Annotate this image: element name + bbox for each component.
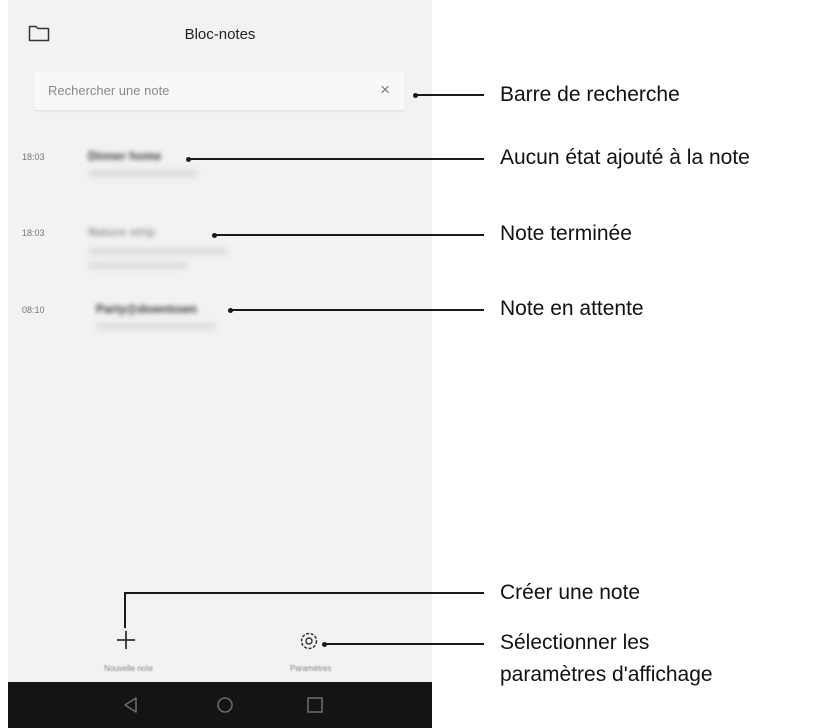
callout-line (124, 592, 126, 628)
callout-display-settings-1: Sélectionner les (500, 631, 650, 654)
callout-done: Note terminée (500, 222, 632, 245)
plus-icon[interactable] (114, 628, 138, 652)
search-input[interactable]: Rechercher une note (48, 83, 169, 98)
callout-line (325, 643, 484, 645)
note-item[interactable]: 18:03 Dinner home (8, 149, 432, 212)
phone-screen: Bloc-notes Rechercher une note × 18:03 D… (8, 0, 432, 728)
note-item[interactable]: 18:03 Nature strip (8, 225, 432, 288)
bottom-action-bar: Nouvelle note Paramètres (8, 622, 432, 682)
note-time: 18:03 (22, 152, 45, 162)
system-navbar (8, 682, 432, 728)
note-time: 18:03 (22, 228, 45, 238)
callout-display-settings-2: paramètres d'affichage (500, 663, 713, 686)
callout-line (231, 309, 484, 311)
callout-no-state: Aucun état ajouté à la note (500, 146, 750, 169)
callout-search-bar: Barre de recherche (500, 83, 680, 106)
note-preview (88, 170, 198, 177)
callout-line (215, 234, 484, 236)
settings-label[interactable]: Paramètres (290, 664, 331, 673)
back-triangle-icon[interactable] (120, 694, 142, 716)
search-bar[interactable]: Rechercher une note × (34, 72, 404, 111)
note-preview (96, 323, 216, 330)
callout-line (416, 94, 484, 96)
app-title: Bloc-notes (184, 26, 256, 43)
recents-square-icon[interactable] (304, 694, 326, 716)
note-title: Dinner home (88, 149, 162, 163)
home-circle-icon[interactable] (214, 694, 236, 716)
note-title: Nature strip (88, 225, 156, 239)
note-preview (88, 262, 188, 269)
callout-pending: Note en attente (500, 297, 644, 320)
callout-create-note: Créer une note (500, 581, 641, 604)
gear-icon[interactable] (298, 630, 320, 652)
note-item[interactable]: 08:10 Party@downtown (8, 302, 432, 365)
note-preview (88, 248, 228, 255)
new-note-label[interactable]: Nouvelle note (104, 664, 153, 673)
app-header: Bloc-notes (8, 0, 432, 68)
callout-line (124, 592, 484, 594)
callout-line (189, 158, 484, 160)
note-time: 08:10 (22, 305, 45, 315)
annotated-screenshot: Bloc-notes Rechercher une note × 18:03 D… (0, 0, 826, 728)
close-icon[interactable]: × (380, 80, 390, 100)
note-title: Party@downtown (96, 302, 198, 316)
